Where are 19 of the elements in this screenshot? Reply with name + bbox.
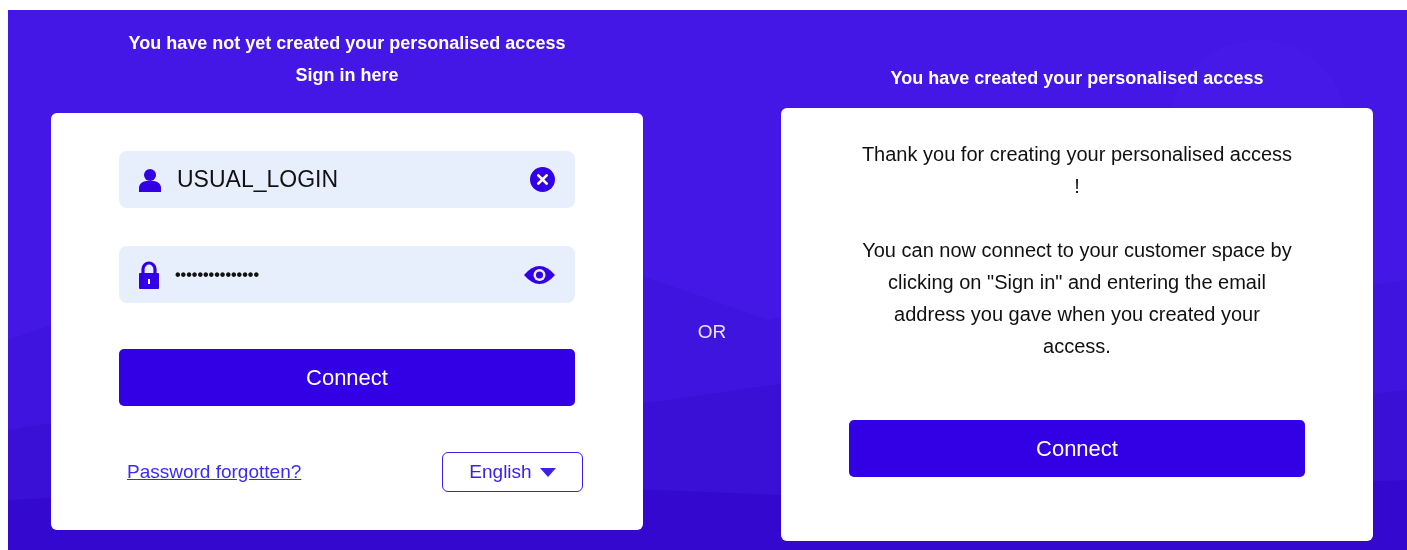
- login-input[interactable]: USUAL_LOGIN: [175, 165, 530, 194]
- caret-icon: [539, 467, 556, 477]
- password-input[interactable]: •••••••••••••••: [173, 264, 524, 285]
- login-field[interactable]: USUAL_LOGIN: [119, 151, 575, 208]
- section-heading: You have not yet created your personalised access: [128, 32, 566, 55]
- connect-button[interactable]: Connect: [849, 420, 1305, 477]
- password-field[interactable]: •••••••••••••••: [119, 246, 575, 303]
- language-dropdown[interactable]: English: [442, 452, 583, 492]
- info-paragraph: Thank you for creating your personalised access !: [860, 142, 1294, 199]
- password-forgotten-link[interactable]: Password forgotten?: [127, 461, 302, 483]
- lock-icon: [139, 260, 159, 289]
- info-paragraph: You can now connect to your customer space by clicking on "Sign in" and entering the email address you gave when you created your access.: [861, 238, 1293, 359]
- section-heading: Sign in here: [295, 64, 399, 87]
- eye-icon[interactable]: [524, 264, 555, 285]
- user-icon: [139, 167, 161, 192]
- or-separator: OR: [697, 321, 727, 343]
- section-heading: You have created your personalised access: [890, 67, 1264, 90]
- connect-button[interactable]: Connect: [119, 349, 575, 406]
- clear-icon[interactable]: [530, 167, 555, 192]
